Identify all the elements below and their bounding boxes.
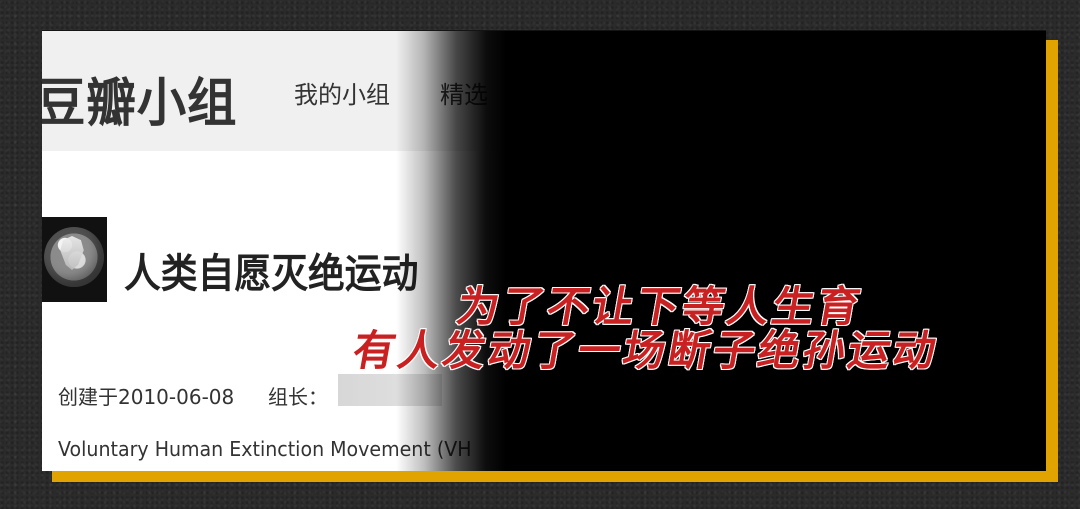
nav-my-groups[interactable]: 我的小组 <box>294 75 390 110</box>
group-name: 人类自愿灭绝运动 <box>124 251 419 297</box>
black-fade-overlay <box>396 31 1046 471</box>
created-date: 创建于2010-06-08 <box>58 385 235 409</box>
caption-line-2: 有人发动了一场断子绝孙运动 <box>349 326 943 375</box>
owner-label: 组长： <box>268 385 328 409</box>
group-avatar[interactable] <box>42 217 107 302</box>
site-title[interactable]: 豆瓣小组 <box>42 61 237 136</box>
screenshot-frame: 豆瓣小组 我的小组 精选 人类自愿灭绝运动 创建于2010-06-08 组长： … <box>42 30 1046 471</box>
